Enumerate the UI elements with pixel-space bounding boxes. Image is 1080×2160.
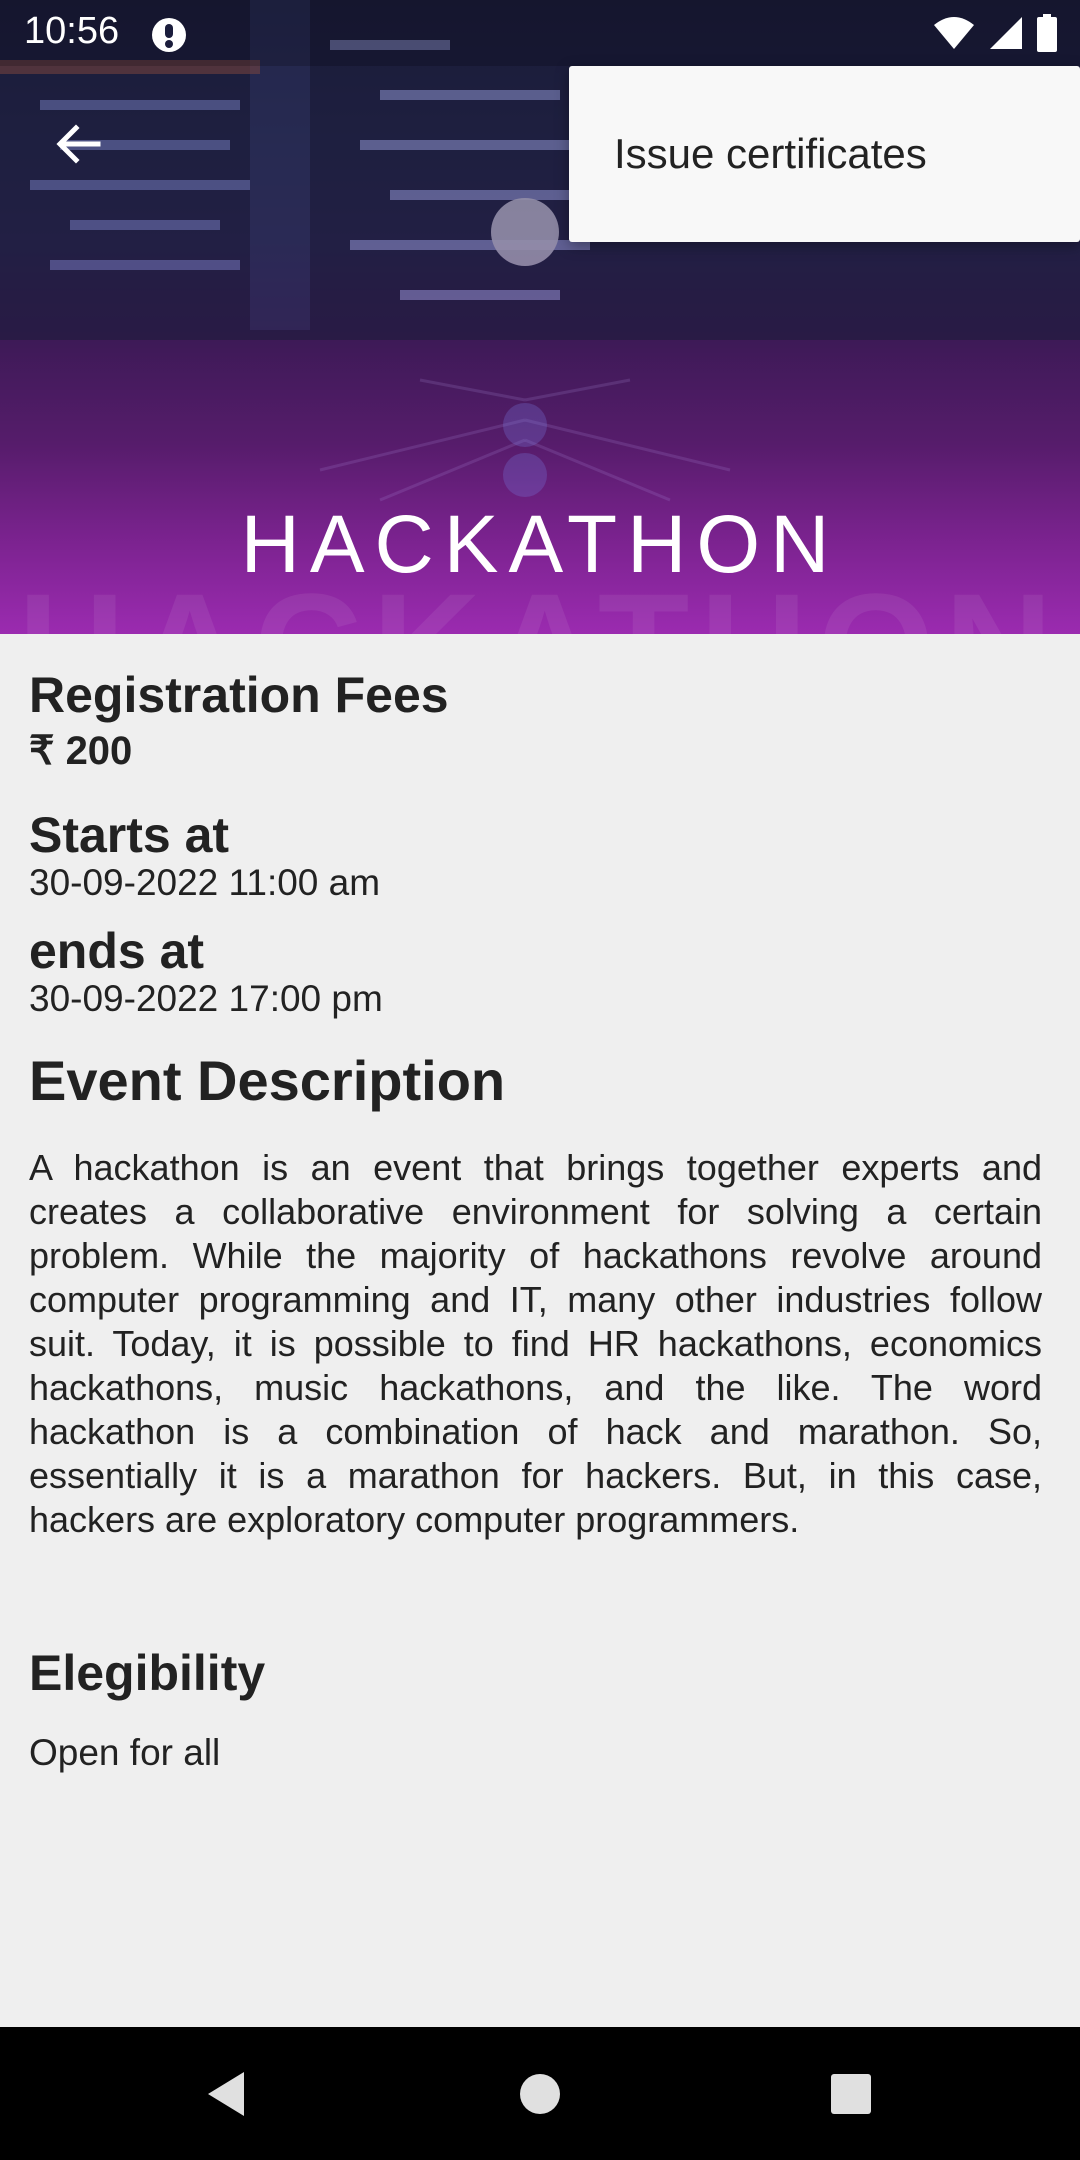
status-time: 10:56	[24, 10, 120, 52]
back-button[interactable]	[38, 104, 118, 184]
event-title: HACKATHON	[240, 499, 840, 590]
overflow-popup-menu: Issue certificates	[569, 66, 1080, 242]
home-circle-icon	[520, 2073, 560, 2114]
recents-square-icon	[831, 2073, 871, 2114]
event-description-heading: Event Description	[29, 1049, 506, 1112]
menu-item-label: Issue certificates	[614, 130, 927, 177]
nav-back-button[interactable]	[166, 2027, 286, 2160]
wifi-icon	[932, 15, 976, 56]
starts-at-heading: Starts at	[29, 807, 230, 863]
eligibility-value: Open for all	[29, 1732, 221, 1773]
registration-fees-heading: Registration Fees	[29, 667, 449, 723]
ends-at-value: 30-09-2022 17:00 pm	[29, 978, 383, 1019]
nav-home-button[interactable]	[480, 2027, 600, 2160]
starts-at-value: 30-09-2022 11:00 am	[29, 862, 381, 903]
event-description-text: A hackathon is an event that brings toge…	[29, 1147, 1042, 1540]
nav-recents-button[interactable]	[791, 2027, 911, 2160]
ends-at-heading: ends at	[29, 923, 205, 979]
event-details-screen: HACKATHON HACKATHON 10:56	[0, 0, 1080, 2160]
registration-fee-value: ₹ 200	[29, 729, 133, 773]
status-bar: 10:56	[0, 0, 1080, 66]
menu-item-issue-certificates[interactable]: Issue certificates	[569, 66, 1080, 242]
arrow-back-icon	[56, 124, 101, 164]
system-nav-bar	[0, 2027, 1080, 2160]
battery-icon	[1036, 14, 1058, 57]
back-triangle-icon	[208, 2071, 244, 2116]
eligibility-heading: Elegibility	[29, 1645, 266, 1701]
app-notification-icon	[150, 16, 188, 59]
signal-icon	[988, 15, 1024, 56]
